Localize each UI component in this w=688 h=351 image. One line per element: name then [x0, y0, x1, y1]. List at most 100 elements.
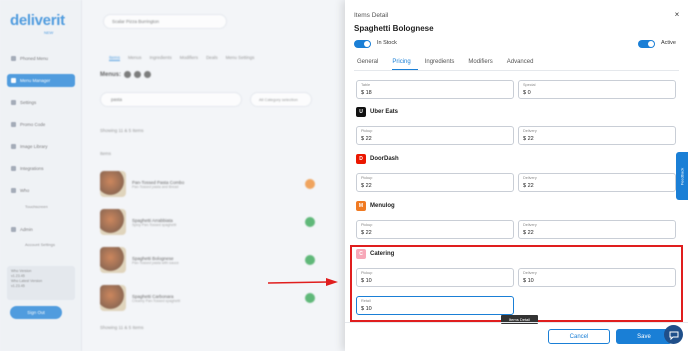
brand-logo-sub: NEW: [44, 30, 54, 35]
doordash-delivery-field[interactable]: Delivery $ 22: [518, 173, 676, 192]
menulog-delivery-field[interactable]: Delivery $ 22: [518, 220, 676, 239]
platform-name: Uber Eats: [370, 109, 399, 115]
sidebar-item-admin[interactable]: Admin: [7, 223, 75, 236]
item-name: Spaghetti Bolognese: [132, 255, 174, 261]
field-label: Delivery: [523, 129, 537, 133]
field-value: $ 22: [523, 230, 534, 236]
item-desc: Pan-Tossed pasta and Bread: [132, 184, 179, 189]
chat-icon[interactable]: [664, 325, 683, 344]
annotation-arrow-icon: [268, 278, 338, 286]
platform-name: Menulog: [370, 203, 395, 209]
active-label: Active: [661, 40, 676, 46]
tab-advanced[interactable]: Advanced: [507, 59, 541, 70]
sidebar-item-label: Image Library: [20, 144, 48, 149]
uber-eats-delivery-field[interactable]: Delivery $ 22: [518, 126, 676, 145]
list-header: Items: [100, 151, 112, 156]
shield-icon: [11, 227, 16, 232]
cancel-button[interactable]: Cancel: [548, 329, 610, 344]
tab-menu-settings[interactable]: Menu Settings: [226, 55, 255, 61]
sidebar-subitem-touchscreen[interactable]: Touchscreen: [25, 204, 48, 209]
status-indicator: [305, 255, 315, 265]
status-indicator: [305, 293, 315, 303]
in-stock-toggle[interactable]: [354, 40, 371, 48]
sidebar-item-integrations[interactable]: Integrations: [7, 162, 75, 175]
field-value: $ 22: [361, 230, 372, 236]
brand-logo: deliverit: [10, 12, 65, 29]
tab-ingredients[interactable]: Ingredients: [150, 55, 172, 61]
item-name: Spaghetti Arrabbiata: [132, 217, 173, 223]
sidebar-item-image-library[interactable]: Image Library: [7, 140, 75, 153]
in-stock-label: In Stock: [377, 40, 397, 46]
footer-divider: [345, 322, 688, 323]
main-tabs: Items Menus Ingredients Modifiers Deals …: [109, 55, 254, 61]
menulog-icon: M: [356, 201, 366, 211]
main-content: Scalar Pizza Burrington Items Menus Ingr…: [83, 0, 345, 351]
sign-out-button[interactable]: Sign Out: [10, 306, 62, 319]
showing-count-bottom: Showing 11 & 5 Items: [100, 325, 144, 330]
list-item[interactable]: Spaghetti Bolognese Pan-Tossed pasta with…: [100, 246, 340, 274]
platform-name: DoorDash: [370, 156, 399, 162]
tab-general[interactable]: General: [357, 59, 385, 70]
version-info: Who Version v1.23.45 Who Latest Version …: [7, 266, 75, 300]
item-thumbnail: [100, 209, 126, 235]
phone-icon: [11, 56, 16, 61]
search-input[interactable]: pasta: [100, 92, 242, 107]
field-label: Pickup: [361, 129, 373, 133]
store-select[interactable]: Scalar Pizza Burrington: [103, 14, 227, 29]
sidebar-subitem-account-settings[interactable]: Account Settings: [25, 242, 55, 247]
item-desc: Creamy Pan-Tossed spaghetti: [132, 298, 181, 303]
sidebar-item-label: Menu Manager: [20, 78, 51, 83]
feedback-label: Feedback: [679, 167, 685, 185]
sidebar-item-who[interactable]: Who: [7, 184, 75, 197]
uber-eats-icon: U: [356, 107, 366, 117]
field-label: Delivery: [523, 176, 537, 180]
active-toggle[interactable]: [638, 40, 655, 48]
sidebar-item-settings[interactable]: Settings: [7, 96, 75, 109]
tab-ingredients[interactable]: Ingredients: [425, 59, 462, 70]
menu-chip-icon[interactable]: [144, 71, 151, 78]
table-price-field[interactable]: Table $ 18: [356, 80, 514, 99]
platform-menulog: M Menulog: [356, 201, 395, 211]
item-name: Spaghetti Carbonara: [132, 293, 174, 299]
category-filter[interactable]: All Category selection: [250, 92, 312, 107]
tab-menus[interactable]: Menus: [128, 55, 142, 61]
sidebar-item-label: Promo Code: [20, 122, 46, 127]
panel-subtitle: Items Detail: [354, 12, 389, 19]
close-icon[interactable]: ×: [672, 10, 682, 20]
status-indicator: [305, 217, 315, 227]
field-value: $ 0: [523, 90, 531, 96]
latest-version-value: v1.23.45: [11, 284, 25, 288]
tab-modifiers[interactable]: Modifiers: [468, 59, 499, 70]
field-value: $ 22: [361, 183, 372, 189]
field-value: $ 22: [523, 136, 534, 142]
tab-pricing[interactable]: Pricing: [392, 59, 418, 70]
field-value: $ 22: [361, 136, 372, 142]
tab-items[interactable]: Items: [109, 55, 121, 61]
item-name: Pan-Tossed Pasta Combo: [132, 179, 185, 185]
sidebar-item-label: Phoned Menu: [20, 56, 49, 61]
special-price-field[interactable]: Special $ 0: [518, 80, 676, 99]
field-label: Pickup: [361, 176, 373, 180]
sidebar-item-menu-manager[interactable]: Menu Manager: [7, 74, 75, 87]
sidebar-item-label: Settings: [20, 100, 37, 105]
uber-eats-pickup-field[interactable]: Pickup $ 22: [356, 126, 514, 145]
menu-chip-icon[interactable]: [134, 71, 141, 78]
doordash-pickup-field[interactable]: Pickup $ 22: [356, 173, 514, 192]
sidebar-item-promo-code[interactable]: Promo Code: [7, 118, 75, 131]
tab-divider: [354, 70, 679, 71]
menus-row: Menus:: [100, 71, 151, 78]
tab-deals[interactable]: Deals: [206, 55, 218, 61]
list-item[interactable]: Pan-Tossed Pasta Combo Pan-Tossed pasta a…: [100, 170, 340, 198]
menulog-pickup-field[interactable]: Pickup $ 22: [356, 220, 514, 239]
menu-chip-icon[interactable]: [124, 71, 131, 78]
user-icon: [11, 188, 16, 193]
showing-count: Showing 11 & 5 Items: [100, 128, 144, 133]
field-label: Special: [523, 83, 536, 87]
tab-modifiers[interactable]: Modifiers: [180, 55, 198, 61]
gear-icon: [11, 100, 16, 105]
status-indicator: [305, 179, 315, 189]
list-item[interactable]: Spaghetti Arrabbiata Spicy Pan-Tossed spa…: [100, 208, 340, 236]
sidebar-item-phoned-menu[interactable]: Phoned Menu: [7, 52, 75, 65]
feedback-tab[interactable]: Feedback: [676, 152, 688, 200]
list-item[interactable]: Spaghetti Carbonara Creamy Pan-Tossed spa…: [100, 284, 340, 312]
